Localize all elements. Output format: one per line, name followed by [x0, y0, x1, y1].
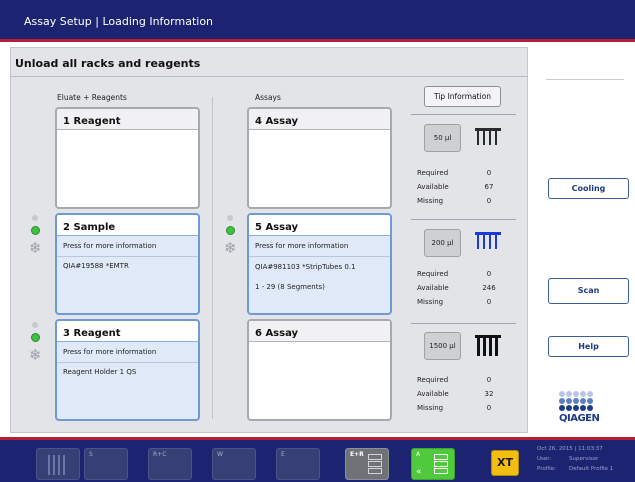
slot-5-segments: 1 - 29 (8 Segments) [255, 283, 325, 291]
tip-50-available-label: Available [417, 183, 449, 191]
tip-1500-required-label: Required [417, 376, 449, 384]
eluate-reagents-label: Eluate + Reagents [57, 93, 127, 102]
tip-volume-1500: 1500 µl [424, 332, 461, 360]
slot-1-title: 1 Reagent [63, 116, 121, 127]
bottom-slot-rc[interactable]: R+C [148, 448, 192, 480]
qiagen-logo-dots-icon [559, 391, 599, 413]
side-divider [546, 79, 624, 80]
tip-divider [411, 219, 516, 220]
cooling-snowflake-icon: ❄ [29, 346, 42, 364]
slot-2-title: 2 Sample [63, 222, 116, 233]
slot-5-assay[interactable]: 5 Assay Press for more information QIA#9… [247, 213, 392, 315]
title-bar: Assay Setup | Loading Information [0, 0, 635, 42]
side-panel: Cooling Scan Help QIAGEN [536, 47, 635, 433]
column-divider [212, 97, 213, 419]
tip-50-available-value: 67 [484, 183, 494, 191]
bottom-slot-rc-label: R+C [153, 451, 167, 458]
page-heading: Unload all racks and reagents [15, 57, 201, 70]
status-profile-label: Profile: [537, 466, 556, 472]
status-led-off-icon [32, 322, 38, 328]
cooling-snowflake-icon: ❄ [224, 239, 237, 257]
tip-200-available-label: Available [417, 284, 449, 292]
status-led-on-icon [31, 226, 40, 235]
tip-volume-50: 50 µl [424, 124, 461, 152]
slot-2-info: Press for more information [57, 236, 198, 257]
bottom-slot-w[interactable]: W [212, 448, 256, 480]
rack-overview-button[interactable] [36, 448, 80, 480]
help-button[interactable]: Help [548, 336, 629, 357]
cooling-snowflake-icon: ❄ [29, 239, 42, 257]
er-grid-icon [368, 454, 382, 475]
double-chevron-left-icon: « [416, 467, 422, 477]
heading-divider [11, 76, 527, 77]
tip-200-missing-value: 0 [486, 298, 492, 306]
window-title: Assay Setup | Loading Information [24, 15, 214, 28]
status-led-off-icon [227, 215, 233, 221]
slot-4-assay[interactable]: 4 Assay [247, 107, 392, 209]
bottom-slot-w-label: W [217, 451, 223, 458]
qiagen-logo-text: QIAGEN [559, 413, 600, 424]
slot-2-detail: QIA#19588 *EMTR [63, 262, 129, 270]
tip-200-required-label: Required [417, 270, 449, 278]
tip-200-required-value: 0 [486, 270, 492, 278]
bottom-slot-s-label: S [89, 451, 93, 458]
slot-3-detail: Reagent Holder 1 QS [63, 368, 137, 376]
tip-50-missing-label: Missing [417, 197, 444, 205]
status-led-off-icon [32, 215, 38, 221]
tip-rack-50-icon [475, 128, 501, 146]
tip-50-missing-value: 0 [486, 197, 492, 205]
slot-5-detail: QIA#981103 *StripTubes 0.1 [255, 263, 356, 271]
tip-1500-missing-label: Missing [417, 404, 444, 412]
status-user-value: Supervisor [569, 456, 599, 462]
tip-rack-200-icon [475, 232, 501, 250]
tip-200-missing-label: Missing [417, 298, 444, 306]
slot-5-info: Press for more information [249, 236, 390, 257]
a-grid-icon [434, 454, 448, 475]
status-user-label: User: [537, 456, 552, 462]
tip-50-required-label: Required [417, 169, 449, 177]
status-led-on-icon [31, 333, 40, 342]
loading-panel: Unload all racks and reagents Eluate + R… [10, 47, 528, 433]
assays-label: Assays [255, 93, 281, 102]
slot-1-reagent[interactable]: 1 Reagent [55, 107, 200, 209]
tip-200-available-value: 246 [482, 284, 496, 292]
bottom-slot-e[interactable]: E [276, 448, 320, 480]
bottom-slot-er[interactable]: E+R [345, 448, 389, 480]
slot-3-info: Press for more information [57, 342, 198, 363]
tip-divider [411, 114, 516, 115]
screen: Assay Setup | Loading Information Unload… [0, 0, 635, 482]
tip-information-button[interactable]: Tip Information [424, 86, 501, 107]
bottom-slot-a[interactable]: A « [411, 448, 455, 480]
slot-6-assay[interactable]: 6 Assay [247, 319, 392, 421]
status-led-on-icon [226, 226, 235, 235]
slot-4-title: 4 Assay [255, 116, 299, 127]
tip-1500-missing-value: 0 [486, 404, 492, 412]
status-info: Oct 26, 2015 | 11:03:37 User: Supervisor … [537, 444, 613, 474]
bottom-slot-a-label: A [416, 451, 421, 458]
slot-6-title: 6 Assay [255, 328, 299, 339]
tip-1500-available-value: 32 [484, 390, 494, 398]
status-datetime: Oct 26, 2015 | 11:03:37 [537, 446, 603, 452]
xt-button[interactable]: XT [491, 450, 519, 476]
slot-3-title: 3 Reagent [63, 328, 121, 339]
bottom-slot-e-label: E [281, 451, 285, 458]
slot-5-title: 5 Assay [255, 222, 299, 233]
tip-volume-200: 200 µl [424, 229, 461, 257]
tip-rack-1500-icon [475, 335, 501, 357]
tip-50-required-value: 0 [486, 169, 492, 177]
slot-3-reagent[interactable]: 3 Reagent Press for more information Rea… [55, 319, 200, 421]
cooling-button[interactable]: Cooling [548, 178, 629, 199]
bottom-slot-s[interactable]: S [84, 448, 128, 480]
tip-divider [411, 323, 516, 324]
slot-2-sample[interactable]: 2 Sample Press for more information QIA#… [55, 213, 200, 315]
scan-button[interactable]: Scan [548, 278, 629, 304]
tip-1500-available-label: Available [417, 390, 449, 398]
qiagen-logo: QIAGEN [559, 391, 600, 424]
bottom-slot-er-label: E+R [350, 451, 364, 458]
tip-1500-required-value: 0 [486, 376, 492, 384]
status-profile-value: Default Profile 1 [569, 466, 614, 472]
bottom-bar: S R+C W E E+R A « XT Oct 26, 2015 | 11:0… [0, 437, 635, 482]
